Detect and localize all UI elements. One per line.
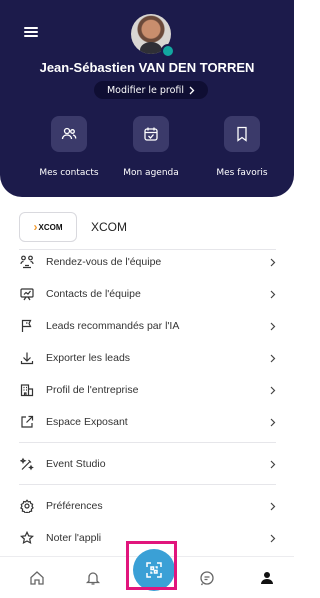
chat-icon[interactable] xyxy=(194,565,220,591)
chevron-right-icon xyxy=(266,418,276,427)
company-name: XCOM xyxy=(91,220,127,234)
my-favorites-button[interactable]: Mes favoris xyxy=(192,116,292,178)
menu-item-label: Profil de l'entreprise xyxy=(46,384,139,396)
home-icon[interactable] xyxy=(24,565,50,591)
chevron-right-icon xyxy=(266,322,276,331)
company-row[interactable]: › XCOM XCOM xyxy=(19,211,127,243)
my-favorites-label: Mes favoris xyxy=(216,168,268,178)
chevron-right-icon xyxy=(266,386,276,395)
menu-item-company-profile[interactable]: Profil de l'entreprise xyxy=(19,379,276,401)
chevron-right-icon xyxy=(189,86,195,94)
profile-header: Jean-Sébastien VAN DEN TORREN Modifier l… xyxy=(0,0,294,197)
highlight-box xyxy=(126,541,177,590)
profile-icon[interactable] xyxy=(254,565,280,591)
chevron-right-icon xyxy=(266,534,276,543)
divider xyxy=(19,484,276,485)
menu-item-label: Event Studio xyxy=(46,458,106,470)
flag-icon xyxy=(19,319,34,334)
my-agenda-label: Mon agenda xyxy=(123,168,179,178)
menu-item-label: Rendez-vous de l'équipe xyxy=(46,256,162,268)
menu-item-label: Contacts de l'équipe xyxy=(46,288,141,300)
online-status-dot xyxy=(161,44,175,58)
building-icon xyxy=(19,383,34,398)
my-agenda-button[interactable]: Mon agenda xyxy=(101,116,201,178)
star-icon xyxy=(19,531,34,546)
menu-item-preferences[interactable]: Préférences xyxy=(19,495,276,517)
menu-item-label: Espace Exposant xyxy=(46,416,128,428)
team-meeting-icon xyxy=(19,255,34,270)
menu-item-label: Préférences xyxy=(46,500,103,512)
menu-item-label: Exporter les leads xyxy=(46,352,131,364)
menu-item-event-studio[interactable]: Event Studio xyxy=(19,453,276,475)
edit-profile-label: Modifier le profil xyxy=(106,84,185,96)
chevron-right-icon xyxy=(266,460,276,469)
user-name: Jean-Sébastien VAN DEN TORREN xyxy=(39,60,255,75)
settings-icon xyxy=(19,499,34,514)
menu-item-team-meetings[interactable]: Rendez-vous de l'équipe xyxy=(19,251,276,273)
menu-item-team-contacts[interactable]: Contacts de l'équipe xyxy=(19,283,276,305)
menu-item-exhibitor-space[interactable]: Espace Exposant xyxy=(19,411,276,433)
chevron-right-icon xyxy=(266,290,276,299)
external-link-icon xyxy=(19,415,34,430)
menu-item-ai-leads[interactable]: Leads recommandés par l'IA xyxy=(19,315,276,337)
menu-item-export-leads[interactable]: Exporter les leads xyxy=(19,347,276,369)
edit-profile-button[interactable]: Modifier le profil xyxy=(94,81,208,99)
chevron-right-icon xyxy=(266,354,276,363)
divider xyxy=(19,249,276,250)
chevron-right-icon xyxy=(266,502,276,511)
divider xyxy=(19,442,276,443)
bookmark-icon xyxy=(224,116,260,152)
calendar-check-icon xyxy=(133,116,169,152)
contacts-icon xyxy=(51,116,87,152)
bell-icon[interactable] xyxy=(80,565,106,591)
hamburger-menu-icon[interactable] xyxy=(24,27,38,37)
chevron-right-icon xyxy=(266,258,276,267)
company-logo: › XCOM xyxy=(19,212,77,242)
download-icon xyxy=(19,351,34,366)
magic-wand-icon xyxy=(19,457,34,472)
menu-item-label: Leads recommandés par l'IA xyxy=(46,320,180,332)
team-contacts-icon xyxy=(19,287,34,302)
